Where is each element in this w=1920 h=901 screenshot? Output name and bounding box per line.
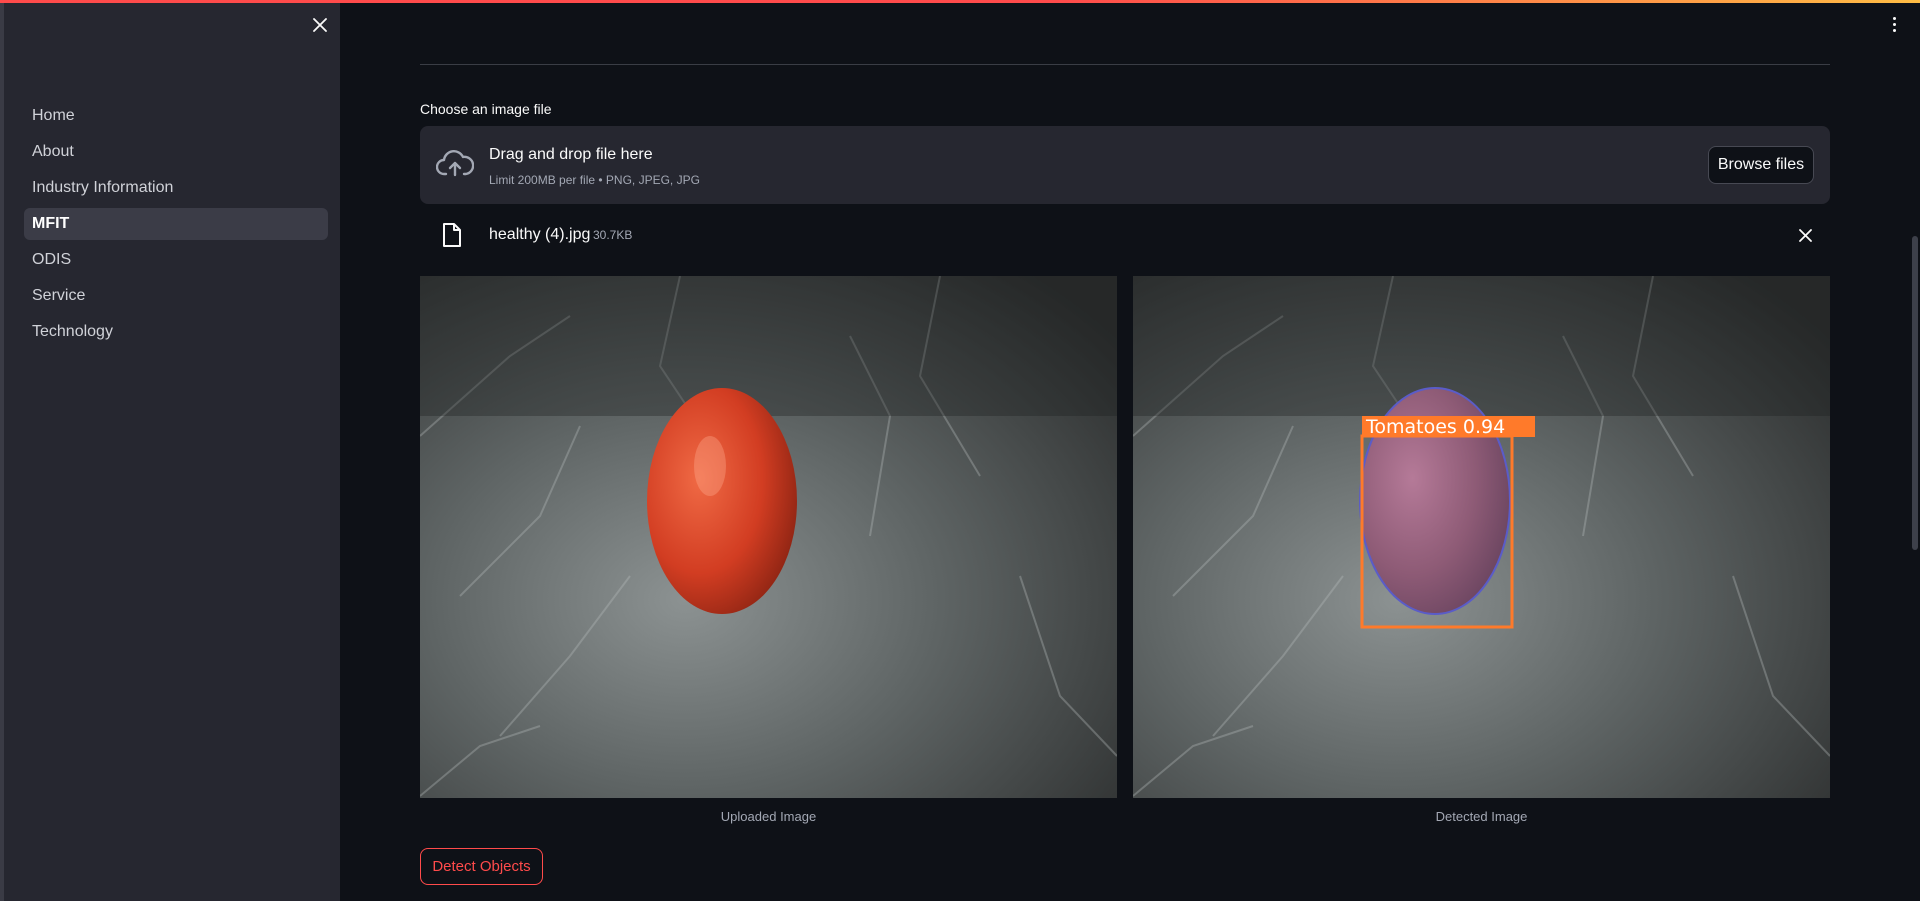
sidebar-item-about[interactable]: About xyxy=(24,136,328,168)
dropzone-title: Drag and drop file here xyxy=(489,146,653,163)
browse-files-button[interactable]: Browse files xyxy=(1708,146,1814,184)
close-icon xyxy=(1798,228,1812,242)
detected-tomato-photo: Tomatoes 0.94 xyxy=(1133,276,1830,798)
section-divider xyxy=(420,64,1830,65)
file-name: healthy (4).jpg xyxy=(489,226,591,243)
uploader-label: Choose an image file xyxy=(420,101,552,117)
uploaded-file-row: healthy (4).jpg 30.7KB xyxy=(420,218,1830,254)
cloud-upload-icon xyxy=(436,150,474,177)
close-sidebar-button[interactable] xyxy=(309,14,331,36)
file-icon xyxy=(443,223,461,247)
sidebar-item-mfit[interactable]: MFIT xyxy=(24,208,328,240)
sidebar-item-label: ODIS xyxy=(32,251,72,268)
detected-image: Tomatoes 0.94 xyxy=(1133,276,1830,798)
remove-file-button[interactable] xyxy=(1794,224,1816,246)
sidebar-item-label: Home xyxy=(32,107,75,124)
tomato-photo xyxy=(420,276,1117,798)
sidebar-item-label: Industry Information xyxy=(32,179,174,196)
sidebar: Home About Industry Information MFIT ODI… xyxy=(4,0,340,901)
sidebar-item-label: Service xyxy=(32,287,86,304)
dropzone-limit-text: Limit 200MB per file • PNG, JPEG, JPG xyxy=(489,173,700,187)
scrollbar-thumb[interactable] xyxy=(1912,236,1918,550)
kebab-dot xyxy=(1892,16,1896,20)
kebab-dot xyxy=(1892,22,1896,26)
sidebar-item-odis[interactable]: ODIS xyxy=(24,244,328,276)
kebab-dot xyxy=(1892,28,1896,32)
sidebar-nav: Home About Industry Information MFIT ODI… xyxy=(24,100,328,352)
detection-label: Tomatoes 0.94 xyxy=(1365,416,1505,438)
uploaded-image-caption: Uploaded Image xyxy=(720,809,817,824)
detect-objects-button[interactable]: Detect Objects xyxy=(420,848,543,885)
sidebar-item-technology[interactable]: Technology xyxy=(24,316,328,348)
top-accent-bar xyxy=(0,0,1920,3)
main-menu-button[interactable] xyxy=(1886,12,1902,36)
detected-image-caption: Detected Image xyxy=(1435,809,1528,824)
close-icon xyxy=(313,18,327,32)
sidebar-item-industry-information[interactable]: Industry Information xyxy=(24,172,328,204)
sidebar-item-label: About xyxy=(32,143,74,160)
sidebar-item-service[interactable]: Service xyxy=(24,280,328,312)
main-content: Choose an image file Drag and drop file … xyxy=(420,0,1830,901)
file-size: 30.7KB xyxy=(593,228,633,242)
file-dropzone[interactable]: Drag and drop file here Limit 200MB per … xyxy=(420,126,1830,204)
sidebar-item-label: MFIT xyxy=(32,215,70,232)
uploaded-image xyxy=(420,276,1117,798)
sidebar-item-home[interactable]: Home xyxy=(24,100,328,132)
sidebar-item-label: Technology xyxy=(32,323,113,340)
